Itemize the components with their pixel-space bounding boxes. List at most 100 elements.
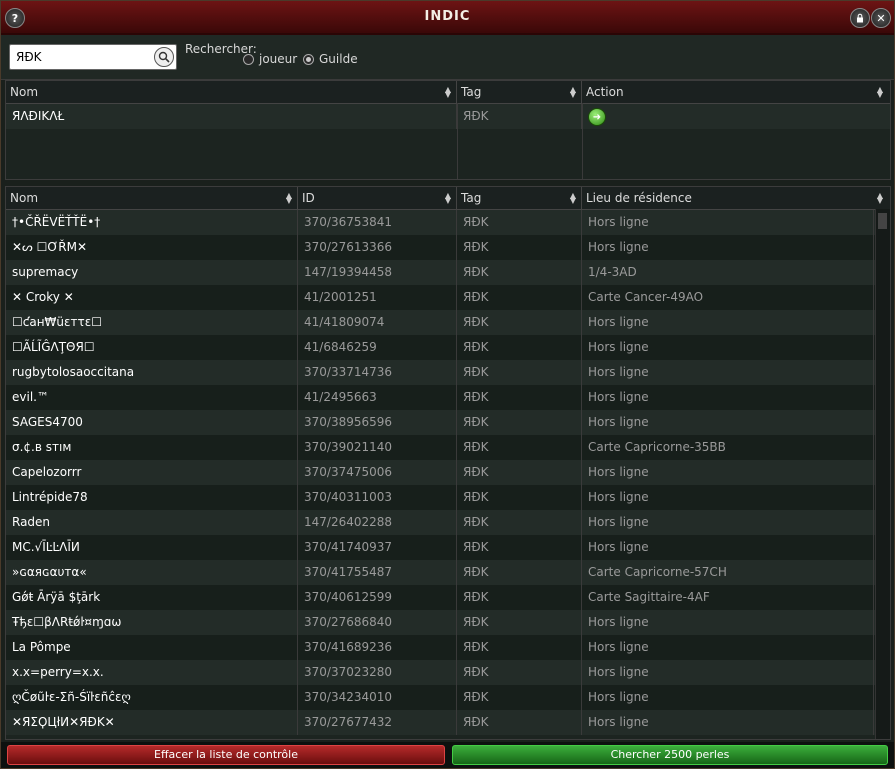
table-row[interactable]: Ŧђɛ☐βΛRŧǿŀ¤ɱɑω 370/27686840 ЯÐK Hors ligne	[6, 610, 890, 635]
search-input[interactable]	[14, 48, 150, 66]
member-name: †•ČŘËVËŤŤË•†	[6, 210, 298, 235]
header-action[interactable]: Action ▲ ▼	[582, 81, 888, 103]
radio-player-dot[interactable]	[243, 53, 254, 65]
table-row[interactable]: ღČøũŀɛ-Σñ-Śïŀɛñĉɛღ 370/34234010 ЯÐK Hors li…	[6, 685, 890, 710]
table-row[interactable]: †•ČŘËVËŤŤË•† 370/36753841 ЯÐK Hors ligne	[6, 210, 890, 235]
table-row[interactable]: ☐ÃĹĨĜΛŢΘЯ☐ 41/6846259 ЯÐK Hors ligne	[6, 335, 890, 360]
member-location: Hors ligne	[582, 460, 874, 485]
member-tag: ЯÐK	[457, 210, 582, 235]
table-row[interactable]: Gǿŧ Ārÿā $ţārk 370/40612599 ЯÐK Carte Sagit…	[6, 585, 890, 610]
clear-list-button[interactable]: Effacer la liste de contrôle	[7, 745, 445, 765]
member-location: Hors ligne	[582, 485, 874, 510]
member-tag: ЯÐK	[457, 710, 582, 735]
member-id: 147/19394458	[298, 260, 457, 285]
member-id: 41/2495663	[298, 385, 457, 410]
member-location: Hors ligne	[582, 335, 874, 360]
member-name: σ.¢.в sтıм	[6, 435, 298, 460]
member-location: 1/4-3AD	[582, 260, 874, 285]
header-nom[interactable]: Nom ▲ ▼	[6, 81, 457, 103]
table-row[interactable]: MC.√ĪĿĿΛĪИ 370/41740937 ЯÐK Hors ligne	[6, 535, 890, 560]
member-tag: ЯÐK	[457, 385, 582, 410]
header-member-tag[interactable]: Tag ▲ ▼	[457, 187, 582, 209]
table-row[interactable]: ☐ƈaн₩üεтτε☐ 41/41809074 ЯÐK Hors ligne	[6, 310, 890, 335]
member-id: 370/37475006	[298, 460, 457, 485]
table-row[interactable]: ✕ЯΣϘЦłИ✕ЯÐK✕ 370/27677432 ЯÐK Hors ligne	[6, 710, 890, 735]
guild-row[interactable]: ЯΛÐIKΛŁ ЯÐK ➜	[6, 104, 890, 129]
table-row[interactable]: ✕ Croky ✕ 41/2001251 ЯÐK Carte Cancer-49AO	[6, 285, 890, 310]
table-row[interactable]: La Pômpe 370/41689236 ЯÐK Hors ligne	[6, 635, 890, 660]
member-name: La Pômpe	[6, 635, 298, 660]
member-tag: ЯÐK	[457, 685, 582, 710]
table-row[interactable]: supremacy 147/19394458 ЯÐK 1/4-3AD	[6, 260, 890, 285]
bottom-bar: Effacer la liste de contrôle Chercher 25…	[1, 742, 894, 768]
header-tag[interactable]: Tag ▲ ▼	[457, 81, 582, 103]
member-id: 370/41740937	[298, 535, 457, 560]
member-tag: ЯÐK	[457, 535, 582, 560]
member-location: Carte Capricorne-35BB	[582, 435, 874, 460]
table-row[interactable]: Capelozorrr 370/37475006 ЯÐK Hors ligne	[6, 460, 890, 485]
member-location: Hors ligne	[582, 710, 874, 735]
member-tag: ЯÐK	[457, 410, 582, 435]
member-name: MC.√ĪĿĿΛĪИ	[6, 535, 298, 560]
member-location: Hors ligne	[582, 510, 874, 535]
member-location: Hors ligne	[582, 660, 874, 685]
member-location: Hors ligne	[582, 535, 874, 560]
search-label: Rechercher:	[185, 42, 257, 56]
search-icon	[158, 51, 170, 63]
member-location: Hors ligne	[582, 210, 874, 235]
guild-table-header: Nom ▲ ▼ Tag ▲ ▼ Action ▲ ▼	[6, 81, 890, 104]
radio-guild[interactable]: Guilde	[303, 52, 358, 66]
join-icon[interactable]: ➜	[588, 108, 606, 126]
title-bar: ? INDIC ✕	[1, 1, 894, 35]
member-name: ☐ƈaн₩üεтτε☐	[6, 310, 298, 335]
table-row[interactable]: »ɢαяɢαυтα« 370/41755487 ЯÐK Carte Capricorn…	[6, 560, 890, 585]
member-id: 370/27677432	[298, 710, 457, 735]
table-row[interactable]: evil.™ 41/2495663 ЯÐK Hors ligne	[6, 385, 890, 410]
window-title: INDIC	[424, 9, 471, 24]
table-row[interactable]: x.x=perry=x.x. 370/37023280 ЯÐK Hors ligne	[6, 660, 890, 685]
member-id: 41/41809074	[298, 310, 457, 335]
scrollbar-thumb[interactable]	[878, 213, 887, 229]
member-id: 147/26402288	[298, 510, 457, 535]
member-tag: ЯÐK	[457, 285, 582, 310]
search-box	[9, 44, 177, 70]
member-tag: ЯÐK	[457, 310, 582, 335]
table-row[interactable]: ✕ᔕ ☐ƠŘΜ✕ 370/27613366 ЯÐK Hors ligne	[6, 235, 890, 260]
member-location: Carte Sagittaire-4AF	[582, 585, 874, 610]
member-tag: ЯÐK	[457, 660, 582, 685]
table-row[interactable]: Lintrépide78 370/40311003 ЯÐK Hors ligne	[6, 485, 890, 510]
radio-player[interactable]: joueur	[243, 52, 297, 66]
member-location: Hors ligne	[582, 360, 874, 385]
header-member-nom[interactable]: Nom ▲ ▼	[6, 187, 298, 209]
guild-table: Nom ▲ ▼ Tag ▲ ▼ Action ▲ ▼ ЯΛÐIKΛŁ ЯÐK ➜	[5, 80, 891, 180]
search-button[interactable]	[154, 47, 174, 67]
member-name: supremacy	[6, 260, 298, 285]
radio-guild-dot[interactable]	[303, 53, 314, 65]
table-row[interactable]: rugbytolosaoccitana 370/33714736 ЯÐK Hors l…	[6, 360, 890, 385]
member-location: Carte Cancer-49AO	[582, 285, 874, 310]
radio-guild-label: Guilde	[319, 52, 358, 66]
member-location: Carte Capricorne-57CH	[582, 560, 874, 585]
table-row[interactable]: SAGES4700 370/38956596 ЯÐK Hors ligne	[6, 410, 890, 435]
header-member-id[interactable]: ID ▲ ▼	[298, 187, 457, 209]
member-name: »ɢαяɢαυтα«	[6, 560, 298, 585]
member-name: Lintrépide78	[6, 485, 298, 510]
member-tag: ЯÐK	[457, 585, 582, 610]
member-id: 370/40612599	[298, 585, 457, 610]
member-tag: ЯÐK	[457, 260, 582, 285]
table-row[interactable]: Raden 147/26402288 ЯÐK Hors ligne	[6, 510, 890, 535]
search-pearls-button[interactable]: Chercher 2500 perles	[452, 745, 888, 765]
table-row[interactable]: σ.¢.в sтıм 370/39021140 ЯÐK Carte Capricorn…	[6, 435, 890, 460]
lock-icon[interactable]	[850, 8, 870, 28]
scrollbar[interactable]	[875, 209, 890, 739]
member-id: 370/39021140	[298, 435, 457, 460]
member-location: Hors ligne	[582, 235, 874, 260]
close-icon[interactable]: ✕	[871, 8, 891, 28]
guild-search-window: ? INDIC ✕ Rechercher: joueur Guilde Nom▲…	[0, 0, 895, 769]
member-name: ✕ЯΣϘЦłИ✕ЯÐK✕	[6, 710, 298, 735]
search-row: Rechercher: joueur Guilde	[1, 35, 894, 80]
member-name: Raden	[6, 510, 298, 535]
header-member-lieu[interactable]: Lieu de résidence ▲ ▼	[582, 187, 888, 209]
member-name: SAGES4700	[6, 410, 298, 435]
member-location: Hors ligne	[582, 610, 874, 635]
